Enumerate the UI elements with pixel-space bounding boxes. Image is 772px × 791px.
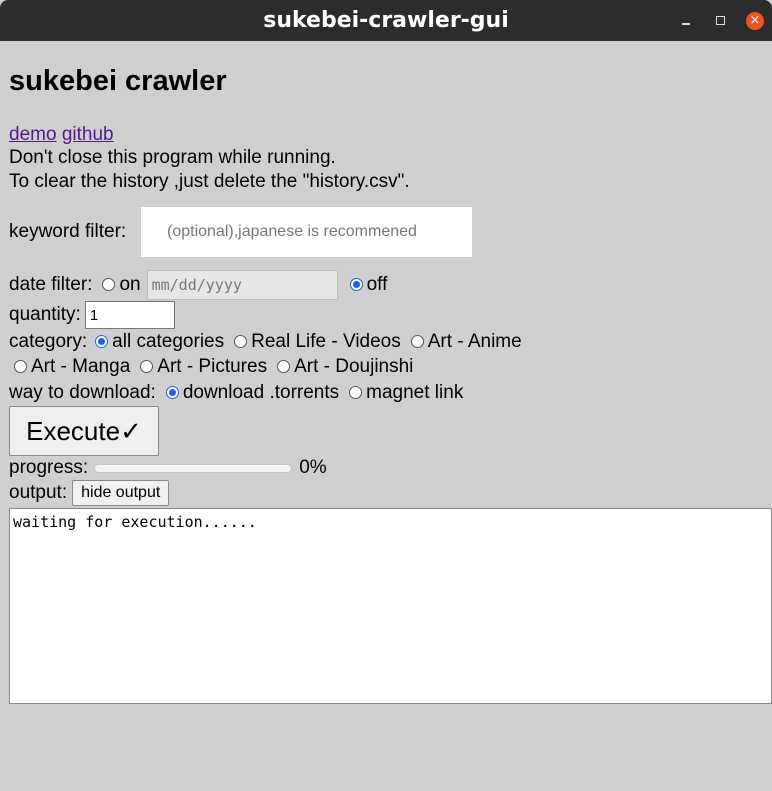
output-row: output: hide output: [9, 480, 170, 506]
progress-label: progress:: [9, 457, 89, 478]
download-option-label: download .torrents: [182, 382, 340, 403]
category-radio-art-anime[interactable]: [410, 334, 424, 348]
category-row-2: Art - Manga Art - Pictures Art - Doujins…: [9, 356, 413, 378]
download-way-row: way to download: download .torrents magn…: [9, 382, 463, 404]
output-label: output:: [9, 482, 68, 503]
keyword-filter-label: keyword filter:: [9, 221, 127, 242]
github-link[interactable]: github: [62, 124, 114, 145]
keyword-placeholder: (optional),japanese is recommened: [167, 223, 417, 240]
maximize-icon[interactable]: [712, 13, 728, 29]
date-off-radio[interactable]: [349, 277, 363, 291]
category-radio-art-pictures[interactable]: [140, 359, 154, 373]
date-input[interactable]: mm/dd/yyyy: [146, 270, 338, 300]
magnet-link-radio[interactable]: [349, 385, 363, 399]
close-icon[interactable]: ×: [746, 11, 764, 30]
category-radio-art-manga[interactable]: [14, 359, 27, 373]
execute-button[interactable]: Execute✓: [9, 406, 159, 456]
category-option-label: Art - Manga: [31, 356, 131, 377]
date-on-label: on: [119, 274, 141, 295]
category-option-label: Real Life - Videos: [251, 331, 401, 352]
output-textarea[interactable]: waiting for execution......: [9, 508, 772, 704]
download-way-label: way to download:: [9, 382, 156, 403]
progress-bar: [94, 463, 293, 473]
download-torrents-radio[interactable]: [165, 385, 179, 399]
quantity-value: 1: [89, 306, 99, 324]
quantity-row: quantity: 1: [9, 301, 175, 329]
progress-value: 0%: [299, 457, 327, 478]
window-controls: ×: [678, 0, 764, 41]
date-on-radio[interactable]: [102, 277, 116, 291]
link-row: demo github: [9, 124, 114, 146]
category-option-label: Art - Pictures: [157, 356, 268, 377]
date-filter-row: date filter: on mm/dd/yyyy off: [9, 270, 387, 300]
keyword-filter-row: keyword filter: (optional),japanese is r…: [9, 207, 472, 257]
date-off-label: off: [366, 274, 388, 295]
keyword-input[interactable]: (optional),japanese is recommened: [141, 207, 472, 257]
window-title: sukebei-crawler-gui: [263, 8, 509, 33]
quantity-label: quantity:: [9, 304, 81, 325]
quantity-input[interactable]: 1: [84, 301, 175, 329]
progress-row: progress: 0%: [9, 457, 327, 479]
demo-link[interactable]: demo: [9, 124, 57, 145]
hide-output-button[interactable]: hide output: [72, 480, 170, 506]
category-option-label: all categories: [112, 331, 225, 352]
date-placeholder: mm/dd/yyyy: [151, 276, 242, 294]
category-option-label: Art - Anime: [427, 331, 522, 352]
notice-running: Don't close this program while running.: [9, 147, 336, 168]
title-bar: sukebei-crawler-gui ×: [0, 0, 772, 41]
minimize-icon[interactable]: [678, 13, 694, 29]
notice-history: To clear the history ,just delete the "h…: [9, 171, 410, 192]
category-radio-art-doujinshi[interactable]: [277, 359, 291, 373]
category-label: category:: [9, 331, 88, 352]
download-option-label: magnet link: [366, 382, 464, 403]
category-radio-real-life-videos[interactable]: [234, 334, 248, 348]
date-filter-label: date filter:: [9, 274, 93, 295]
page-title: sukebei crawler: [9, 65, 227, 97]
category-radio-all[interactable]: [95, 334, 109, 348]
category-row: category: all categories Real Life - Vid…: [9, 331, 522, 353]
category-option-label: Art - Doujinshi: [294, 356, 414, 377]
